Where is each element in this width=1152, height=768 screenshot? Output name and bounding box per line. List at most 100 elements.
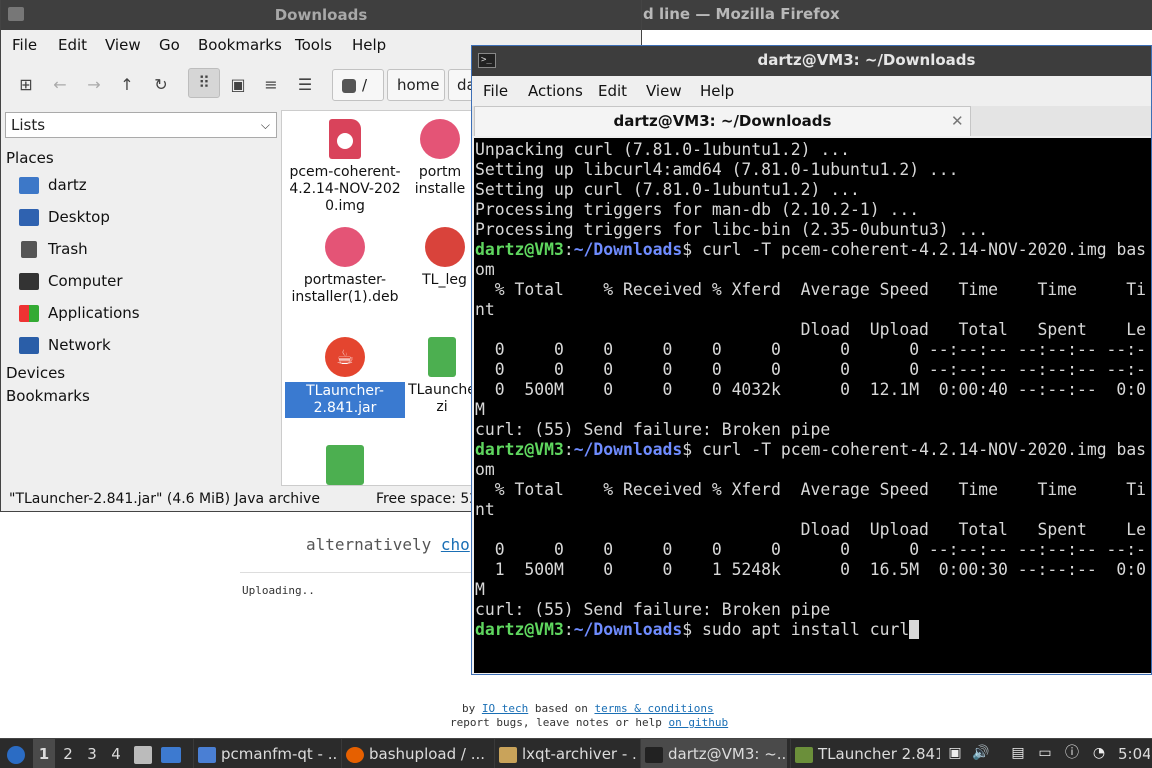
fm-menu-tools[interactable]: Tools	[295, 36, 332, 54]
prompt-user: dartz@VM3	[475, 440, 564, 459]
clipboard-icon[interactable]: ▤	[1009, 744, 1027, 762]
terminal-line: curl: (55) Send failure: Broken pipe	[475, 600, 1146, 620]
up-arrow-icon[interactable]: ↑	[114, 72, 140, 98]
sidebar-item-label: Trash	[48, 240, 88, 258]
file-name: pcem-coherent-4.2.14-NOV-2020.img	[289, 164, 401, 214]
firefox-window-title: d line — Mozilla Firefox	[643, 5, 840, 23]
terminal-line: Unpacking curl (7.81.0-1ubuntu1.2) ...	[475, 140, 1146, 160]
sidebar-item-desktop[interactable]: Desktop	[19, 205, 269, 229]
terminal-output[interactable]: Unpacking curl (7.81.0-1ubuntu1.2) ... Se…	[474, 138, 1151, 673]
notification-icon[interactable]: ⓘ	[1063, 744, 1081, 762]
terminal-line: M	[475, 580, 1146, 600]
file-name: portm installe	[414, 164, 466, 197]
start-menu-icon[interactable]	[5, 739, 27, 768]
term-menu-view[interactable]: View	[646, 82, 682, 100]
icon-view-icon[interactable]: ⠿	[188, 68, 220, 98]
file-item[interactable]: portmaster-installer(1).deb	[285, 227, 405, 306]
term-menu-actions[interactable]: Actions	[528, 82, 583, 100]
file-item-selected[interactable]: ☕ TLauncher-2.841.jar	[285, 337, 405, 418]
terminal-line-text: M	[475, 400, 485, 419]
thumbnail-view-icon[interactable]: ▣	[225, 72, 251, 98]
term-menu-file[interactable]: File	[483, 82, 508, 100]
terminal-line-text: Setting up libcurl4:amd64 (7.81.0-1ubunt…	[475, 160, 959, 179]
fm-menu-view[interactable]: View	[105, 36, 141, 54]
file-item[interactable]	[285, 445, 405, 485]
desktop-3-button[interactable]: 3	[81, 739, 103, 768]
forward-arrow-icon[interactable]: →	[81, 72, 107, 98]
terminal-tab[interactable]: dartz@VM3: ~/Downloads ✕	[474, 106, 971, 136]
status-selection: "TLauncher-2.841.jar" (4.6 MiB) Java arc…	[9, 491, 320, 507]
file-item[interactable]: TLaunche zi	[407, 337, 477, 416]
terminal-line-text: Dload Upload Total Spent Le	[475, 320, 1147, 339]
places-heading[interactable]: Places	[6, 149, 54, 167]
fm-menu-bookmarks[interactable]: Bookmarks	[198, 36, 282, 54]
github-link[interactable]: on github	[669, 716, 729, 729]
detailed-list-view-icon[interactable]: ☰	[292, 72, 318, 98]
sidebar-item-label: Computer	[48, 272, 123, 290]
path-home-button[interactable]: home	[387, 69, 445, 101]
path-root-button[interactable]: /	[332, 69, 384, 101]
fm-menu-edit[interactable]: Edit	[58, 36, 87, 54]
display-icon[interactable]: ▭	[1036, 744, 1054, 762]
sidebar-item-dartz[interactable]: dartz	[19, 173, 269, 197]
fm-menu-file[interactable]: File	[12, 36, 37, 54]
clock[interactable]: 5:04	[1118, 739, 1150, 768]
footer-by-text: by	[462, 702, 482, 715]
taskbar-task-2[interactable]: bashupload / ...	[341, 739, 491, 768]
tray-app-icon[interactable]: ▣	[946, 744, 964, 762]
compact-view-icon[interactable]: ≡	[258, 72, 284, 98]
zip-archive-icon	[326, 445, 364, 485]
sidebar-item-network[interactable]: Network	[19, 333, 269, 357]
term-menu-help[interactable]: Help	[700, 82, 734, 100]
sidebar-item-computer[interactable]: Computer	[19, 269, 269, 293]
prompt-path: ~/Downloads	[573, 240, 683, 259]
terminal-titlebar[interactable]: >_ dartz@VM3: ~/Downloads	[472, 46, 1151, 76]
file-item[interactable]: portm installe	[405, 119, 475, 198]
side-pane-mode-select[interactable]: Lists ⌵	[5, 112, 277, 138]
file-item[interactable]: pcem-coherent-4.2.14-NOV-2020.img	[285, 119, 405, 215]
taskbar-task-5[interactable]: TLauncher 2.841	[790, 739, 940, 768]
show-desktop-icon[interactable]	[161, 739, 185, 768]
footer-based-text: based on	[528, 702, 595, 715]
back-arrow-icon[interactable]: ←	[47, 72, 73, 98]
taskbar: 1 2 3 4 pcmanfm-qt - ... bashupload / ...…	[0, 738, 1152, 768]
file-manager-titlebar[interactable]: Downloads	[1, 0, 641, 30]
volume-icon[interactable]: 🔊	[972, 744, 990, 762]
taskbar-task-4[interactable]: dartz@VM3: ~...	[640, 739, 787, 768]
prompt-dollar: $	[682, 620, 693, 639]
desktop-1-button[interactable]: 1	[33, 739, 55, 768]
io-tech-link[interactable]: IO tech	[482, 702, 528, 715]
prompt-separator: :	[563, 440, 574, 459]
reload-icon[interactable]: ↻	[148, 72, 174, 98]
network-status-icon[interactable]: ◔	[1090, 744, 1108, 762]
terminal-line: 0 0 0 0 0 0 0 0 --:--:-- --:--:-- --:-	[475, 340, 1146, 360]
terms-link[interactable]: terms & conditions	[594, 702, 713, 715]
terminal-line: curl: (55) Send failure: Broken pipe	[475, 420, 1146, 440]
term-menu-edit[interactable]: Edit	[598, 82, 627, 100]
trash-icon	[21, 241, 37, 258]
close-tab-icon[interactable]: ✕	[951, 107, 964, 135]
new-tab-icon[interactable]: ⊞	[13, 72, 39, 98]
taskbar-task-3[interactable]: lxqt-archiver - ...	[494, 739, 637, 768]
sidebar-item-label: Applications	[48, 304, 140, 322]
side-pane-mode-value: Lists	[11, 116, 46, 134]
terminal-line-text: % Total % Received % Xferd Average Speed…	[475, 480, 1147, 499]
file-manager-launcher-icon[interactable]	[134, 739, 156, 768]
sidebar-item-trash[interactable]: Trash	[19, 237, 269, 261]
fm-menu-help[interactable]: Help	[352, 36, 386, 54]
devices-heading[interactable]: Devices	[6, 364, 65, 382]
desktop-2-button[interactable]: 2	[57, 739, 79, 768]
desktop-4-button[interactable]: 4	[105, 739, 127, 768]
taskbar-task-1[interactable]: pcmanfm-qt - ...	[193, 739, 338, 768]
prompt-command: curl -T pcem-coherent-4.2.14-NOV-2020.im…	[692, 240, 1147, 259]
terminal-line: 0 0 0 0 0 0 0 0 --:--:-- --:--:-- --:-	[475, 360, 1146, 380]
folder-icon	[198, 746, 216, 763]
taskbar-task-label: bashupload / ...	[369, 745, 486, 763]
fm-menu-go[interactable]: Go	[159, 36, 180, 54]
file-name: TLaunche zi	[408, 382, 476, 415]
file-item[interactable]: TL_leg	[412, 227, 477, 289]
bookmarks-heading[interactable]: Bookmarks	[6, 387, 90, 405]
choose-link[interactable]: cho	[441, 535, 470, 554]
prompt-separator: :	[563, 240, 574, 259]
sidebar-item-applications[interactable]: Applications	[19, 301, 269, 325]
